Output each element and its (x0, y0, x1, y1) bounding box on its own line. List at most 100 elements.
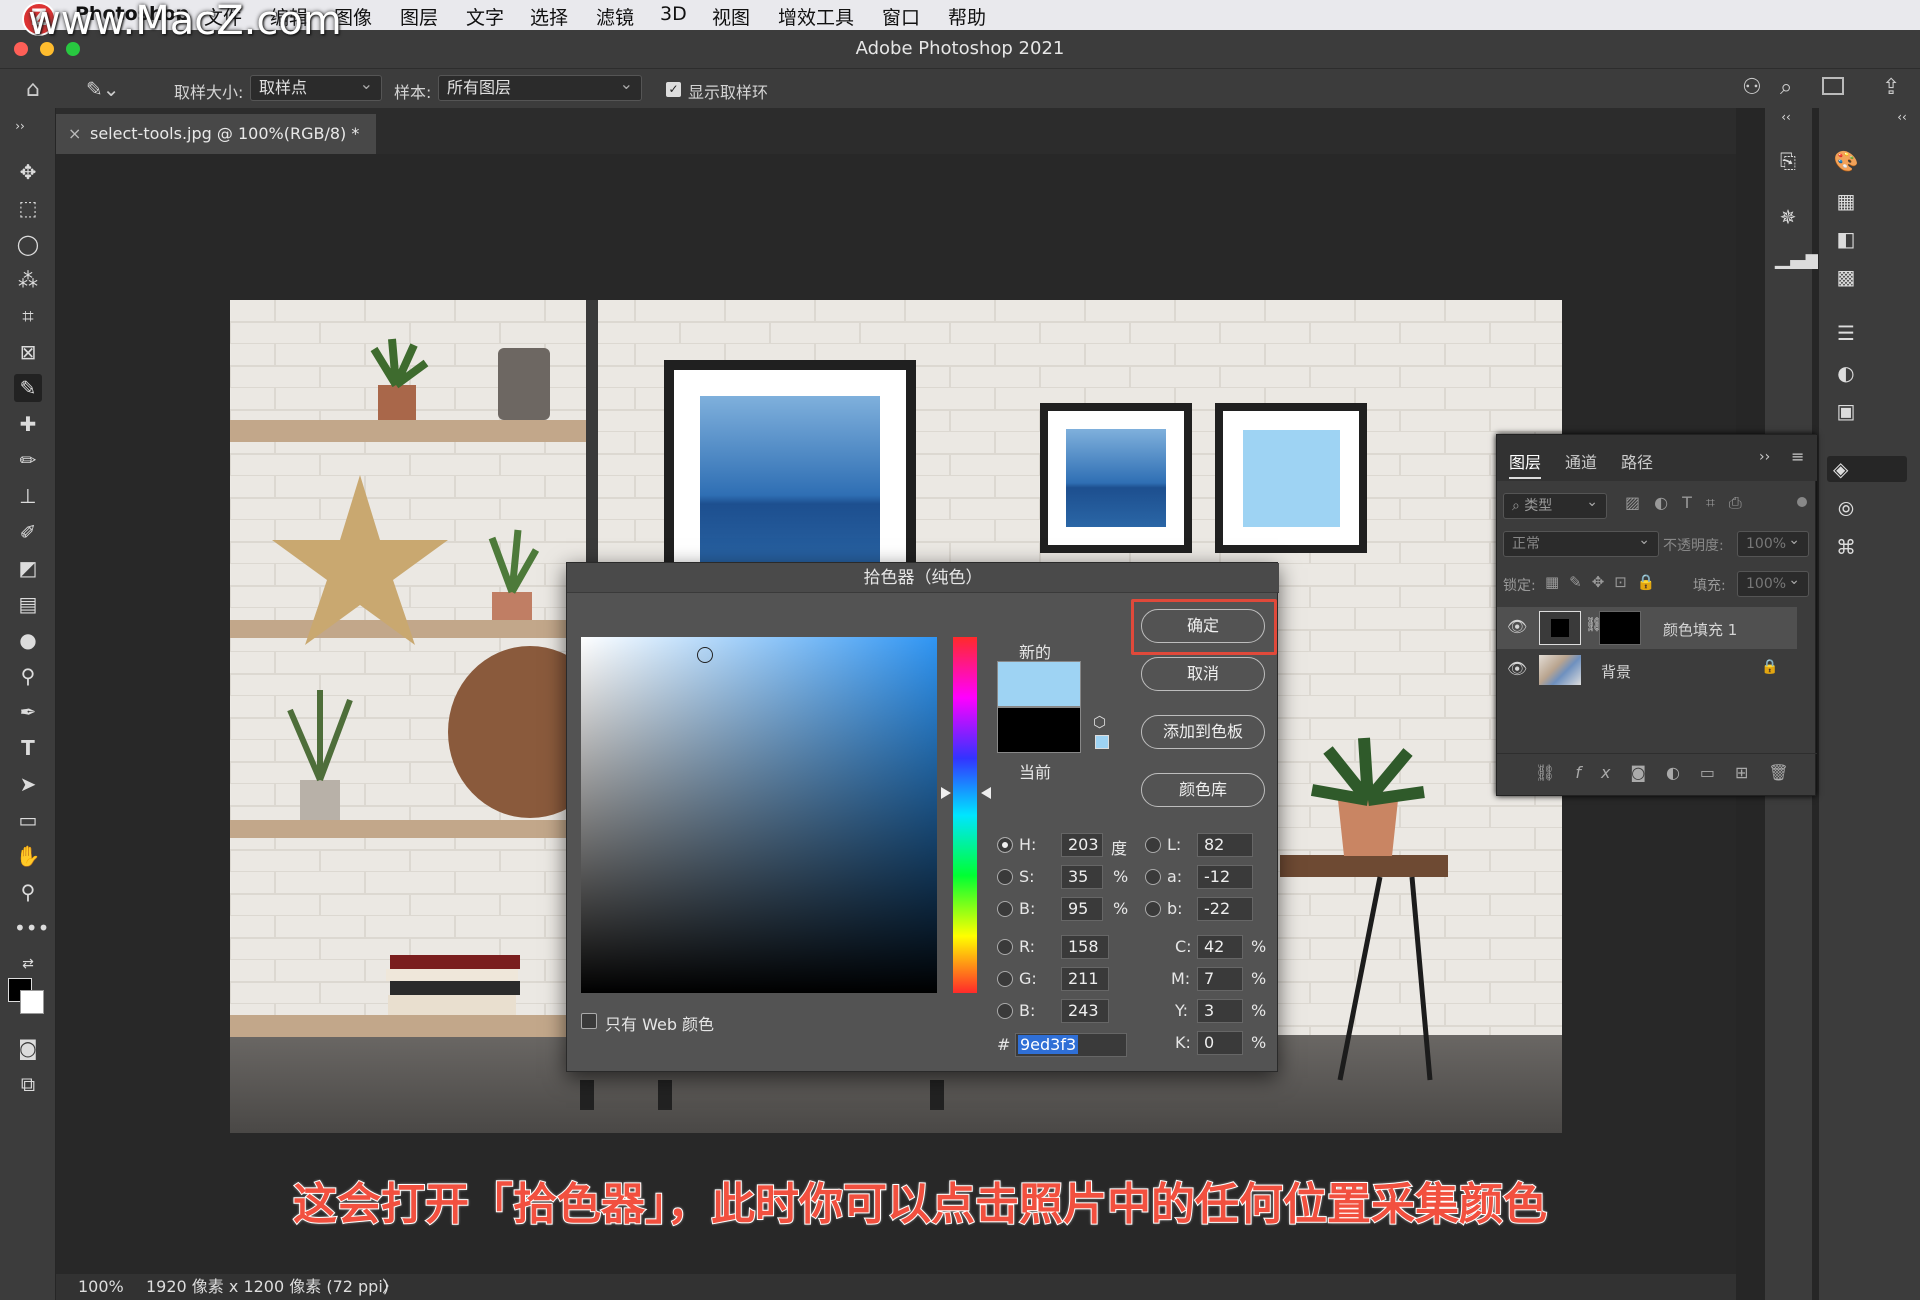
add-to-swatches-button[interactable]: 添加到色板 (1141, 715, 1265, 749)
color-panel-icon[interactable]: 🎨 (1833, 148, 1859, 174)
zoom-tool-icon[interactable]: ⚲ (14, 878, 42, 906)
collapse-dock-icon[interactable]: ‹‹ (1889, 104, 1915, 130)
show-ring-checkbox[interactable]: ✓ (666, 82, 681, 97)
saturation-brightness-field[interactable] (581, 637, 937, 993)
move-tool-icon[interactable]: ✥ (14, 158, 42, 186)
blue-radio[interactable] (997, 1003, 1013, 1019)
crop-tool-icon[interactable]: ⌗ (14, 302, 42, 330)
zoom-window-button[interactable] (66, 42, 80, 56)
history-brush-tool-icon[interactable]: ✐ (14, 518, 42, 546)
menu-help[interactable]: 帮助 (948, 3, 986, 30)
layer-row-color-fill[interactable]: 👁 ⛓ 颜色填充 1 (1497, 607, 1797, 649)
color-picker-ring[interactable] (697, 647, 713, 663)
hand-tool-icon[interactable]: ✋ (14, 842, 42, 870)
document-info-arrow[interactable]: 〉 (382, 1274, 398, 1300)
hue-field[interactable]: 203 (1061, 833, 1103, 857)
fill-field[interactable]: 100% (1737, 568, 1809, 597)
filter-toggle-icon[interactable] (1797, 497, 1807, 507)
menu-view[interactable]: 视图 (712, 3, 750, 30)
collapse-panels-icon[interactable]: ‹‹ (1773, 104, 1799, 130)
blend-mode-select[interactable]: 正常 (1503, 528, 1659, 557)
rectangle-tool-icon[interactable]: ▭ (14, 806, 42, 834)
gradient-tool-icon[interactable]: ▤ (14, 590, 42, 618)
menu-select[interactable]: 选择 (530, 3, 568, 30)
layer-filter-icons[interactable]: ▨◐T⌗⎙ (1625, 493, 1756, 513)
fx-icon[interactable]: fx (1575, 763, 1630, 782)
close-window-button[interactable] (14, 42, 28, 56)
share-icon[interactable]: ⇪ (1882, 75, 1900, 100)
hue-slider[interactable] (953, 637, 977, 993)
user-share-icon[interactable]: ⚇ (1742, 75, 1762, 100)
magenta-field[interactable]: 7 (1197, 967, 1243, 991)
blue-field[interactable]: 243 (1061, 999, 1109, 1023)
gradients-panel-icon[interactable]: ◧ (1833, 226, 1859, 252)
clone-stamp-tool-icon[interactable]: ⊥ (14, 482, 42, 510)
brightness-field[interactable]: 95 (1061, 897, 1103, 921)
saturation-radio[interactable] (997, 869, 1013, 885)
patterns-panel-icon[interactable]: ▩ (1833, 264, 1859, 290)
path-selection-tool-icon[interactable]: ➤ (14, 770, 42, 798)
tab-paths[interactable]: 路径 (1621, 449, 1653, 473)
document-tab[interactable]: × select-tools.jpg @ 100%(RGB/8) * (56, 114, 376, 154)
brush-tool-icon[interactable]: ✏ (14, 446, 42, 474)
lab-b-radio[interactable] (1145, 901, 1161, 917)
layers-panel-icon[interactable]: ◈ (1827, 456, 1907, 482)
minimize-window-button[interactable] (40, 42, 54, 56)
layer-name[interactable]: 背景 (1601, 661, 1631, 682)
adjustments-panel-icon[interactable]: ◐ (1833, 360, 1859, 386)
eyedropper-tool-preset-icon[interactable]: ✎⌄ (86, 77, 120, 101)
blur-tool-icon[interactable]: ● (14, 626, 42, 654)
close-tab-icon[interactable]: × (68, 114, 81, 154)
search-icon[interactable]: ⌕ (1780, 75, 1792, 100)
menu-plugins[interactable]: 增效工具 (778, 3, 854, 30)
more-tools-icon[interactable]: ••• (14, 914, 49, 942)
lab-l-field[interactable]: 82 (1197, 833, 1253, 857)
history-panel-icon[interactable]: ⎘ (1775, 148, 1801, 174)
menu-filter[interactable]: 滤镜 (596, 3, 634, 30)
libraries-panel-icon[interactable]: ▣ (1833, 398, 1859, 424)
eraser-tool-icon[interactable]: ◩ (14, 554, 42, 582)
panel-menu-icon[interactable]: ≡ (1791, 447, 1804, 466)
frame-tool-icon[interactable]: ⊠ (14, 338, 42, 366)
properties-panel-icon[interactable]: ☰ (1833, 320, 1859, 346)
lock-icons[interactable]: ▦✎✥⊡🔒 (1545, 573, 1666, 591)
visibility-eye-icon[interactable]: 👁 (1507, 617, 1527, 636)
saturation-field[interactable]: 35 (1061, 865, 1103, 889)
eyedropper-tool-icon[interactable]: ✎ (14, 374, 42, 402)
paths-panel-icon[interactable]: ⌘ (1833, 534, 1859, 560)
green-radio[interactable] (997, 971, 1013, 987)
lab-a-field[interactable]: -12 (1197, 865, 1253, 889)
tab-layers[interactable]: 图层 (1509, 449, 1542, 479)
layer-actions-bar[interactable]: ⛓fx◙◐▭⊞🗑 (1535, 763, 1809, 782)
out-of-gamut-cube-icon[interactable]: ⬡ (1093, 713, 1106, 731)
hue-slider-right-handle[interactable] (981, 787, 991, 799)
quick-mask-icon[interactable]: ◙ (14, 1034, 42, 1062)
screen-mode-icon[interactable]: ⧉ (14, 1070, 42, 1098)
panel-expand-icon[interactable]: ›› (1759, 449, 1770, 465)
menu-type[interactable]: 文字 (466, 3, 504, 30)
layer-name[interactable]: 颜色填充 1 (1663, 619, 1737, 640)
menu-3d[interactable]: 3D (660, 3, 687, 25)
collapse-toolbar-icon[interactable]: ›› (6, 112, 34, 140)
lab-l-radio[interactable] (1145, 837, 1161, 853)
workspace-icon[interactable] (1822, 77, 1844, 95)
hex-field[interactable]: 9ed3f3 (1015, 1033, 1127, 1057)
marquee-tool-icon[interactable]: ⬚ (14, 194, 42, 222)
web-only-checkbox[interactable] (581, 1013, 597, 1029)
layer-filter-select[interactable]: ⌕ 类型 (1503, 490, 1607, 519)
opacity-field[interactable]: 100% (1737, 528, 1809, 557)
quick-select-tool-icon[interactable]: ⁂ (14, 266, 42, 294)
red-field[interactable]: 158 (1061, 935, 1109, 959)
menu-layer[interactable]: 图层 (400, 3, 438, 30)
brightness-radio[interactable] (997, 901, 1013, 917)
green-field[interactable]: 211 (1061, 967, 1109, 991)
home-icon[interactable]: ⌂ (26, 77, 40, 102)
dodge-tool-icon[interactable]: ⚲ (14, 662, 42, 690)
web-safe-swatch-icon[interactable] (1095, 735, 1109, 749)
histogram-panel-icon[interactable]: ▁▃▅ (1775, 244, 1821, 270)
red-radio[interactable] (997, 939, 1013, 955)
cancel-button[interactable]: 取消 (1141, 657, 1265, 691)
menu-window[interactable]: 窗口 (882, 3, 920, 30)
hue-radio[interactable] (997, 837, 1013, 853)
layer-mask-thumb[interactable] (1599, 611, 1641, 645)
